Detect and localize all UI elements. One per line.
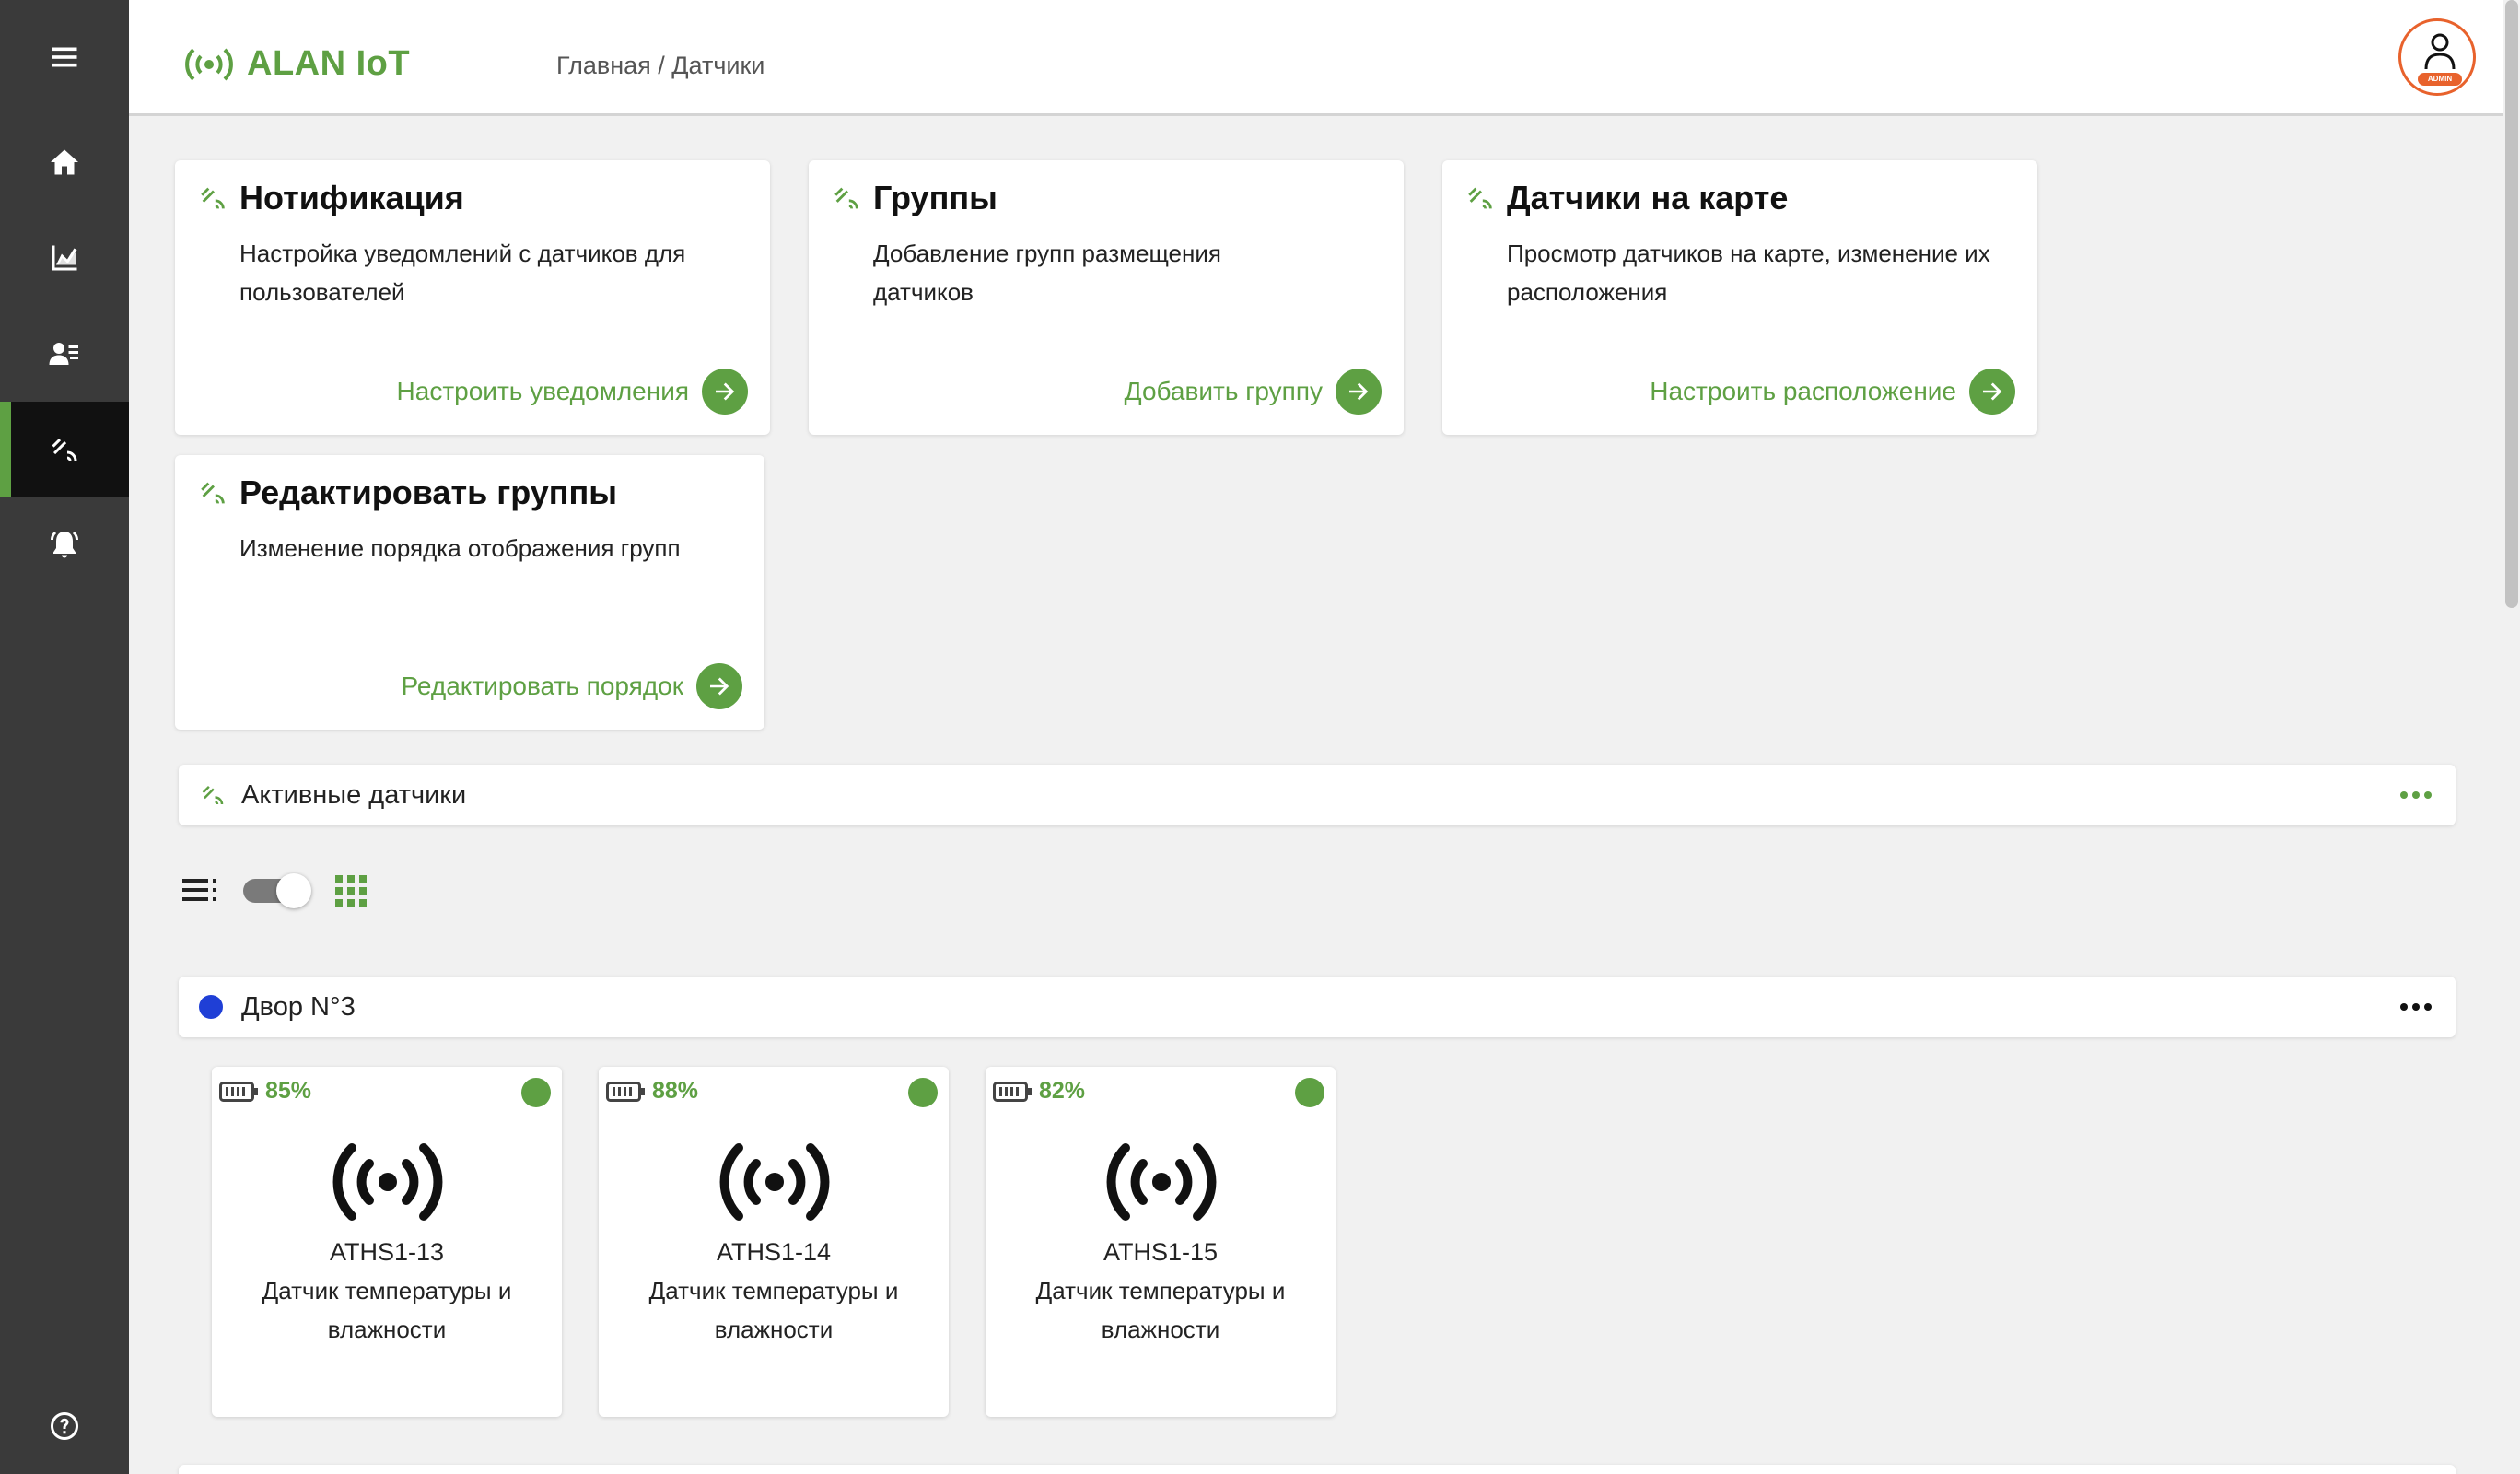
card-description: Добавление групп размещения датчиков bbox=[873, 240, 1221, 306]
card-title: Датчики на карте bbox=[1507, 179, 1789, 216]
bell-icon bbox=[51, 532, 78, 558]
add-group-button[interactable]: Добавить группу bbox=[1125, 368, 1382, 415]
arrow-right-icon bbox=[696, 663, 742, 709]
sensor-description: Датчик температуры и влажности bbox=[648, 1277, 899, 1343]
battery-indicator: 82% bbox=[993, 1078, 1085, 1105]
sidebar bbox=[0, 0, 129, 1474]
card-title: Редактировать группы bbox=[239, 474, 617, 511]
sensor-tile[interactable]: 85% ATHS1-13 Датчик температуры и влажно… bbox=[212, 1067, 562, 1417]
sidebar-item-charts[interactable] bbox=[0, 210, 129, 306]
user-icon bbox=[2424, 33, 2456, 70]
card-edit-groups: Редактировать группы Изменение порядка о… bbox=[175, 455, 764, 730]
active-sensors-bar: Активные датчики bbox=[179, 765, 2456, 825]
battery-indicator: 88% bbox=[606, 1078, 698, 1105]
broadcast-icon bbox=[1106, 1143, 1217, 1221]
sensor-tile[interactable]: 82% ATHS1-15 Датчик температуры и влажно… bbox=[986, 1067, 1336, 1417]
action-label: Настроить расположение bbox=[1650, 377, 1956, 405]
chart-icon bbox=[52, 245, 77, 271]
card-title: Нотификация bbox=[239, 179, 464, 216]
grid-view-icon[interactable] bbox=[335, 875, 367, 907]
battery-icon bbox=[993, 1081, 1032, 1102]
sensor-name: ATHS1-13 bbox=[329, 1238, 445, 1266]
list-view-icon[interactable] bbox=[182, 875, 219, 905]
sensors-icon bbox=[201, 482, 225, 504]
card-description: Просмотр датчиков на карте, изменение их… bbox=[1507, 240, 1990, 306]
sidebar-item-help[interactable] bbox=[0, 1378, 129, 1474]
help-icon bbox=[51, 1412, 79, 1440]
card-description: Изменение порядка отображения групп bbox=[239, 534, 681, 562]
menu-icon bbox=[52, 47, 77, 67]
group-title: Двор N°3 bbox=[241, 992, 356, 1022]
card-title: Группы bbox=[873, 179, 998, 216]
sidebar-item-users[interactable] bbox=[0, 306, 129, 402]
top-header: ALAN IoT Главная / Датчики ADMIN bbox=[129, 0, 2520, 116]
arrow-right-icon bbox=[1969, 368, 2015, 415]
broadcast-icon bbox=[332, 1143, 443, 1221]
status-indicator bbox=[521, 1078, 551, 1107]
configure-location-button[interactable]: Настроить расположение bbox=[1650, 368, 2015, 415]
battery-icon bbox=[219, 1081, 258, 1102]
group-bar: Двор N°3 bbox=[179, 977, 2456, 1037]
sensors-icon bbox=[1468, 187, 1492, 209]
card-groups: Группы Добавление групп размещения датчи… bbox=[809, 160, 1404, 435]
next-group-bar bbox=[179, 1465, 2456, 1474]
card-description: Настройка уведомлений с датчиков для пол… bbox=[239, 240, 686, 306]
configure-notifications-button[interactable]: Настроить уведомления bbox=[397, 368, 748, 415]
scrollbar-thumb[interactable] bbox=[2505, 0, 2518, 608]
broadcast-icon bbox=[719, 1143, 830, 1221]
menu-button[interactable] bbox=[0, 9, 129, 105]
sensor-name: ATHS1-14 bbox=[716, 1238, 832, 1266]
battery-indicator: 85% bbox=[219, 1078, 311, 1105]
role-badge: ADMIN bbox=[2418, 73, 2462, 86]
user-avatar[interactable]: ADMIN bbox=[2398, 18, 2476, 96]
sensor-name: ATHS1-15 bbox=[1102, 1238, 1219, 1266]
edit-order-button[interactable]: Редактировать порядок bbox=[401, 663, 742, 709]
battery-icon bbox=[606, 1081, 645, 1102]
status-indicator bbox=[1295, 1078, 1324, 1107]
brand-name: ALAN IoT bbox=[247, 44, 411, 83]
more-options-icon[interactable] bbox=[2400, 993, 2432, 1021]
section-title: Активные датчики bbox=[241, 780, 467, 810]
sensor-tile[interactable]: 88% ATHS1-14 Датчик температуры и влажно… bbox=[599, 1067, 949, 1417]
action-label: Настроить уведомления bbox=[396, 377, 689, 405]
action-label: Редактировать порядок bbox=[401, 672, 683, 700]
action-label: Добавить группу bbox=[1124, 377, 1323, 405]
sensors-icon bbox=[201, 187, 225, 209]
home-icon bbox=[51, 149, 78, 175]
view-mode-toggle[interactable] bbox=[243, 873, 311, 908]
sidebar-item-home[interactable] bbox=[0, 114, 129, 210]
breadcrumb: Главная / Датчики bbox=[556, 52, 765, 79]
card-notifications: Нотификация Настройка уведомлений с датч… bbox=[175, 160, 770, 435]
sensors-icon bbox=[834, 187, 858, 209]
battery-level: 82% bbox=[1039, 1078, 1086, 1104]
card-sensors-map: Датчики на карте Просмотр датчиков на ка… bbox=[1442, 160, 2037, 435]
brand-logo[interactable]: ALAN IoT bbox=[184, 44, 410, 84]
battery-level: 88% bbox=[652, 1078, 699, 1104]
users-icon bbox=[49, 343, 78, 365]
group-color-dot bbox=[199, 995, 223, 1019]
sensor-description: Датчик температуры и влажности bbox=[1035, 1277, 1286, 1343]
sidebar-item-sensors[interactable] bbox=[0, 402, 129, 497]
sidebar-item-notifications[interactable] bbox=[0, 497, 129, 593]
battery-level: 85% bbox=[265, 1078, 312, 1104]
broadcast-icon bbox=[185, 48, 233, 80]
arrow-right-icon bbox=[702, 368, 748, 415]
sensors-icon bbox=[202, 786, 224, 804]
more-options-icon[interactable] bbox=[2400, 781, 2432, 809]
sensors-icon bbox=[52, 439, 77, 461]
sensor-description: Датчик температуры и влажности bbox=[262, 1277, 512, 1343]
arrow-right-icon bbox=[1336, 368, 1382, 415]
status-indicator bbox=[908, 1078, 938, 1107]
